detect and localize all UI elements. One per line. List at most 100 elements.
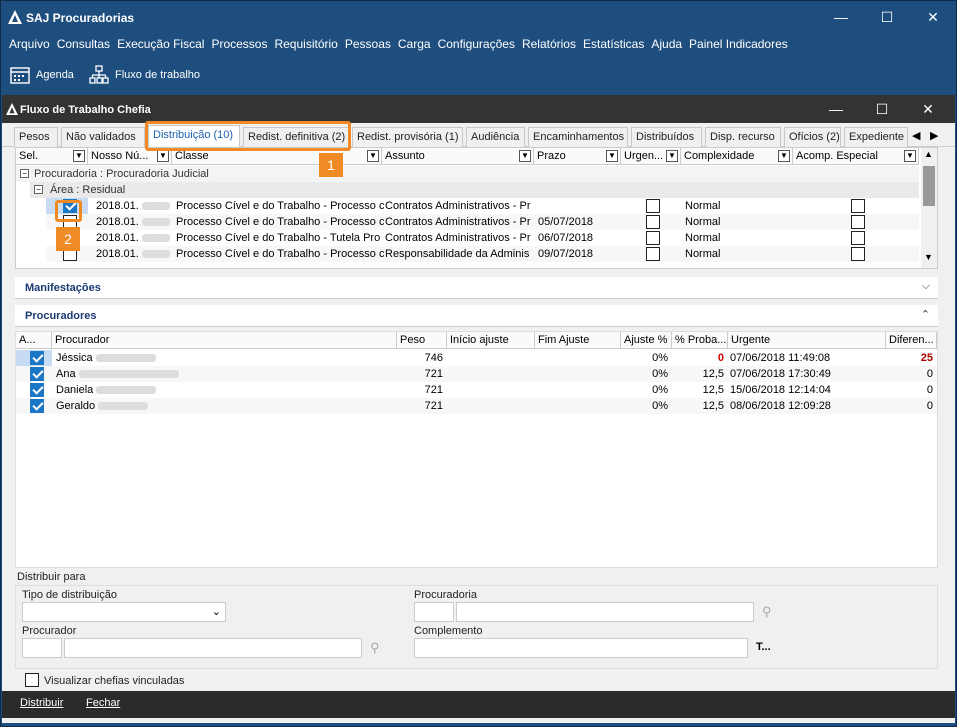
- menu-item-execucao-fiscal[interactable]: Execução Fiscal: [117, 37, 204, 51]
- search-icon[interactable]: ⚲: [762, 604, 772, 620]
- col-acomp-especial[interactable]: Acomp. Especial ▼: [793, 148, 919, 165]
- tipo-distribuicao-select[interactable]: ⌄: [22, 602, 226, 622]
- menu-item-requisitorio[interactable]: Requisitório: [274, 37, 337, 51]
- col-diferenca[interactable]: Diferen...: [886, 332, 937, 349]
- menu-item-ajuda[interactable]: Ajuda: [651, 37, 682, 51]
- complemento-button[interactable]: T...: [756, 641, 771, 653]
- urgente-checkbox[interactable]: [646, 215, 660, 229]
- agenda-label: Agenda: [36, 69, 74, 81]
- col-a[interactable]: A...: [16, 332, 52, 349]
- complemento-input[interactable]: [414, 638, 748, 658]
- minimize-button[interactable]: —: [818, 1, 864, 33]
- menu-item-consultas[interactable]: Consultas: [57, 37, 110, 51]
- row-checkbox[interactable]: [30, 351, 44, 365]
- dialog-maximize-button[interactable]: ☐: [859, 95, 905, 123]
- tab-audiencia[interactable]: Audiência: [466, 127, 525, 147]
- col-complexidade[interactable]: Complexidade ▼: [681, 148, 793, 165]
- search-icon[interactable]: ⚲: [370, 640, 380, 656]
- menu-item-processos[interactable]: Processos: [211, 37, 267, 51]
- scroll-down-icon[interactable]: ▼: [924, 252, 933, 262]
- col-urgente[interactable]: Urgente: [728, 332, 886, 349]
- dialog-minimize-button[interactable]: —: [813, 95, 859, 123]
- procuradoria-code-input[interactable]: [414, 602, 454, 622]
- table-row[interactable]: 2018.01. Processo Cível e do Trabalho - …: [46, 246, 919, 262]
- col-peso[interactable]: Peso: [397, 332, 447, 349]
- col-fim-ajuste[interactable]: Fim Ajuste: [535, 332, 621, 349]
- maximize-button[interactable]: ☐: [864, 1, 910, 33]
- tab-disp-recurso[interactable]: Disp. recurso: [705, 127, 781, 147]
- table-row[interactable]: 2018.01. Processo Cível e do Trabalho - …: [46, 230, 919, 246]
- filter-dropdown-icon[interactable]: ▼: [519, 150, 531, 162]
- fechar-button[interactable]: Fechar: [86, 697, 120, 709]
- col-sel[interactable]: Sel. ▼: [16, 148, 88, 165]
- filter-dropdown-icon[interactable]: ▼: [157, 150, 169, 162]
- collapse-icon[interactable]: −: [20, 169, 29, 178]
- chevron-up-icon[interactable]: ⌃: [921, 308, 930, 321]
- filter-dropdown-icon[interactable]: ▼: [778, 150, 790, 162]
- filter-dropdown-icon[interactable]: ▼: [606, 150, 618, 162]
- acomp-checkbox[interactable]: [851, 247, 865, 261]
- procurador-code-input[interactable]: [22, 638, 62, 658]
- col-assunto[interactable]: Assunto ▼: [382, 148, 534, 165]
- col-procurador[interactable]: Procurador: [52, 332, 397, 349]
- tab-oficios[interactable]: Ofícios (2): [784, 127, 841, 147]
- menu-item-estatisticas[interactable]: Estatísticas: [583, 37, 644, 51]
- tab-pesos[interactable]: Pesos: [14, 127, 58, 147]
- section-procuradores[interactable]: Procuradores ⌃: [15, 305, 938, 327]
- tab-distribuidos[interactable]: Distribuídos: [631, 127, 702, 147]
- tab-encaminhamentos[interactable]: Encaminhamentos: [528, 127, 628, 147]
- menu-item-configuracoes[interactable]: Configurações: [438, 37, 515, 51]
- agenda-button[interactable]: Agenda: [10, 62, 74, 88]
- menu-item-painel-indicadores[interactable]: Painel Indicadores: [689, 37, 788, 51]
- table-row[interactable]: 2018.01. Processo Cível e do Trabalho - …: [46, 214, 919, 230]
- urgente-checkbox[interactable]: [646, 231, 660, 245]
- table-row[interactable]: Geraldo 721 0% 12,5 08/06/2018 12:09:28 …: [16, 398, 937, 414]
- acomp-checkbox[interactable]: [851, 215, 865, 229]
- filter-dropdown-icon[interactable]: ▼: [904, 150, 916, 162]
- filter-dropdown-icon[interactable]: ▼: [367, 150, 379, 162]
- menu-item-pessoas[interactable]: Pessoas: [345, 37, 391, 51]
- menu-item-carga[interactable]: Carga: [398, 37, 431, 51]
- group-row-procuradoria[interactable]: − Procuradoria : Procuradoria Judicial: [16, 166, 919, 182]
- col-inicio-ajuste[interactable]: Início ajuste: [447, 332, 535, 349]
- col-ajuste-pct[interactable]: Ajuste %: [621, 332, 672, 349]
- chevron-down-icon[interactable]: ⌵: [922, 280, 930, 293]
- scroll-up-icon[interactable]: ▲: [924, 149, 933, 159]
- filter-dropdown-icon[interactable]: ▼: [666, 150, 678, 162]
- visualizar-checkbox[interactable]: [25, 673, 39, 687]
- menu-item-arquivo[interactable]: Arquivo: [9, 37, 50, 51]
- tab-scroll-right-icon[interactable]: ▶: [930, 129, 938, 142]
- filter-dropdown-icon[interactable]: ▼: [73, 150, 85, 162]
- row-checkbox[interactable]: [30, 383, 44, 397]
- fluxo-trabalho-button[interactable]: Fluxo de trabalho: [89, 62, 200, 88]
- tab-redist-provisoria[interactable]: Redist. provisória (1): [352, 127, 463, 147]
- procurador-name-input[interactable]: [64, 638, 362, 658]
- group-row-area[interactable]: − Área : Residual: [30, 182, 919, 198]
- distribuir-button[interactable]: Distribuir: [20, 697, 63, 709]
- acomp-checkbox[interactable]: [851, 199, 865, 213]
- table-row[interactable]: 2018.01. Processo Cível e do Trabalho - …: [46, 198, 919, 214]
- acomp-checkbox[interactable]: [851, 231, 865, 245]
- tab-scroll-left-icon[interactable]: ◀: [912, 129, 920, 142]
- peso: 721: [424, 384, 443, 396]
- table-row[interactable]: Ana 721 0% 12,5 07/06/2018 17:30:49 0: [16, 366, 937, 382]
- procuradoria-name-input[interactable]: [456, 602, 754, 622]
- urgente-checkbox[interactable]: [646, 199, 660, 213]
- col-urgente[interactable]: Urgen... ▼: [621, 148, 681, 165]
- dialog-close-button[interactable]: ✕: [905, 95, 951, 123]
- tab-nao-validados[interactable]: Não validados: [61, 127, 145, 147]
- section-manifestacoes[interactable]: Manifestações ⌵: [15, 277, 938, 299]
- row-checkbox[interactable]: [30, 367, 44, 381]
- collapse-icon[interactable]: −: [34, 185, 43, 194]
- col-probabilidade[interactable]: % Proba...: [672, 332, 728, 349]
- table-row[interactable]: Jéssica 746 0% 0 07/06/2018 11:49:08 25: [16, 350, 937, 366]
- scrollbar-thumb[interactable]: [923, 166, 935, 206]
- table-row[interactable]: Daniela 721 0% 12,5 15/06/2018 12:14:04 …: [16, 382, 937, 398]
- tab-expediente[interactable]: Expediente: [844, 127, 908, 147]
- menu-item-relatorios[interactable]: Relatórios: [522, 37, 576, 51]
- close-button[interactable]: ✕: [910, 1, 956, 33]
- col-prazo[interactable]: Prazo ▼: [534, 148, 621, 165]
- vertical-scrollbar[interactable]: ▲ ▼: [921, 148, 937, 268]
- row-checkbox[interactable]: [30, 399, 44, 413]
- urgente-checkbox[interactable]: [646, 247, 660, 261]
